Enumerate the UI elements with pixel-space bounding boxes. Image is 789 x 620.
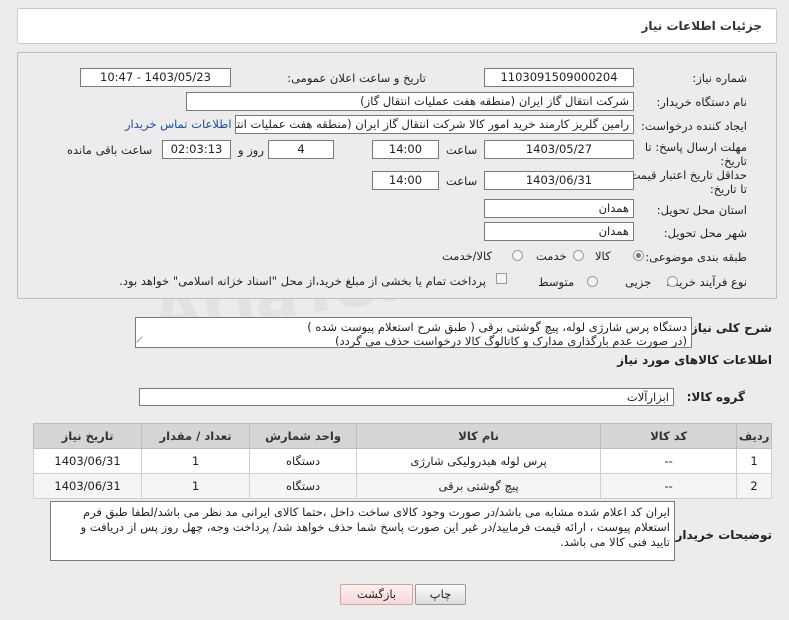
remaining-label: ساعت باقی مانده bbox=[67, 143, 153, 157]
purchase-radio-medium[interactable] bbox=[587, 276, 598, 287]
purchase-radio-minor[interactable] bbox=[667, 276, 678, 287]
buyer-notes-line-3: تایید فنی کالا می باشد. bbox=[560, 535, 670, 549]
price-validity-date-field[interactable]: 1403/06/31 bbox=[484, 171, 634, 190]
category-option-goods-service: کالا/خدمت bbox=[442, 249, 493, 263]
buyer-notes-label: توضیحات خریدار: bbox=[670, 528, 772, 542]
details-header-panel: جزئیات اطلاعات نیاز bbox=[17, 8, 777, 44]
category-option-service: خدمت bbox=[536, 249, 567, 263]
goods-table: ردیف کد کالا نام کالا واحد شمارش تعداد /… bbox=[32, 423, 772, 499]
col-header-qty: تعداد / مقدار bbox=[141, 423, 251, 449]
deadline-label: مهلت ارسال پاسخ: تا تاریخ: bbox=[644, 140, 747, 168]
category-option-goods: کالا bbox=[595, 249, 611, 263]
description-textarea[interactable]: دستگاه پرس شارژی لوله، پیچ گوشتی برقی ( … bbox=[135, 317, 692, 348]
table-header-row: ردیف کد کالا نام کالا واحد شمارش تعداد /… bbox=[32, 423, 772, 449]
requester-field[interactable]: رامین گلریز کارمند خرید امور کالا شرکت ا… bbox=[235, 115, 634, 134]
deadline-date-field[interactable]: 1403/05/27 bbox=[484, 140, 634, 159]
cell-qty: 1 bbox=[141, 473, 251, 499]
province-field[interactable]: همدان bbox=[484, 199, 634, 218]
deadline-time-label: ساعت bbox=[446, 143, 478, 157]
col-header-date: تاریخ نیاز bbox=[32, 423, 143, 449]
cell-date: 1403/06/31 bbox=[32, 448, 143, 474]
table-row[interactable]: 1 -- پرس لوله هیدرولیکی شارژی دستگاه 1 1… bbox=[32, 448, 772, 474]
category-radio-service[interactable] bbox=[573, 250, 584, 261]
cell-date: 1403/06/31 bbox=[32, 473, 143, 499]
cell-index: 2 bbox=[736, 473, 772, 499]
buyer-notes-line-2: استعلام پیوست ، ارائه قیمت فرمایید/در غی… bbox=[80, 520, 670, 534]
description-line-2: (در صورت عدم بارگذاری مدارک و کاتالوگ کا… bbox=[335, 334, 687, 348]
deadline-days-label: روز و bbox=[238, 143, 264, 157]
category-radio-goods[interactable] bbox=[633, 250, 644, 261]
purchase-option-medium: متوسط bbox=[538, 275, 575, 289]
buyer-notes-textarea[interactable]: ایران کد اعلام شده مشابه می باشد/در صورت… bbox=[50, 501, 675, 561]
col-header-index: ردیف bbox=[736, 423, 772, 449]
purchase-option-minor: جزیی bbox=[625, 275, 652, 289]
deadline-time-field[interactable]: 14:00 bbox=[372, 140, 439, 159]
print-button[interactable]: چاپ bbox=[415, 584, 466, 605]
table-row[interactable]: 2 -- پیچ گوشتی برقی دستگاه 1 1403/06/31 bbox=[32, 473, 772, 499]
city-field[interactable]: همدان bbox=[484, 222, 634, 241]
description-label: شرح کلی نیاز: bbox=[686, 321, 772, 335]
requester-label: ایجاد کننده درخواست: bbox=[641, 119, 747, 133]
cell-qty: 1 bbox=[141, 448, 251, 474]
treasury-payment-checkbox[interactable] bbox=[496, 273, 507, 284]
buyer-org-label: نام دستگاه خریدار: bbox=[656, 95, 747, 109]
buyer-contact-link[interactable]: اطلاعات تماس خریدار bbox=[125, 117, 232, 131]
treasury-payment-note: پرداخت تمام یا بخشی از مبلغ خرید،از محل … bbox=[119, 274, 486, 288]
announce-datetime-label: تاریخ و ساعت اعلان عمومی: bbox=[287, 71, 426, 85]
city-label: شهر محل تحویل: bbox=[663, 226, 747, 240]
back-button[interactable]: بازگشت bbox=[340, 584, 413, 605]
category-label: طبقه بندی موضوعی: bbox=[645, 250, 747, 264]
description-line-1: دستگاه پرس شارژی لوله، پیچ گوشتی برقی ( … bbox=[307, 320, 687, 334]
cell-unit: دستگاه bbox=[249, 473, 358, 499]
buyer-org-field[interactable]: شرکت انتقال گاز ایران (منطقه هفت عملیات … bbox=[186, 92, 634, 111]
buyer-notes-line-1: ایران کد اعلام شده مشابه می باشد/در صورت… bbox=[82, 505, 670, 519]
price-validity-label: حداقل تاریخ اعتبار قیمت: تا تاریخ: bbox=[625, 168, 747, 196]
cell-code: -- bbox=[600, 473, 738, 499]
cell-name: پرس لوله هیدرولیکی شارژی bbox=[356, 448, 602, 474]
deadline-days-field[interactable]: 4 bbox=[268, 140, 334, 159]
province-label: استان محل تحویل: bbox=[656, 203, 747, 217]
announce-datetime-field[interactable]: 1403/05/23 - 10:47 bbox=[80, 68, 231, 87]
remaining-time-field[interactable]: 02:03:13 bbox=[162, 140, 231, 159]
goods-info-title: اطلاعات کالاهای مورد نیاز bbox=[617, 353, 772, 367]
cell-code: -- bbox=[600, 448, 738, 474]
cell-index: 1 bbox=[736, 448, 772, 474]
col-header-code: کد کالا bbox=[600, 423, 738, 449]
need-number-field[interactable]: 1103091509000204 bbox=[484, 68, 634, 87]
page-title: جزئیات اطلاعات نیاز bbox=[641, 19, 762, 33]
price-validity-time-label: ساعت bbox=[446, 174, 478, 188]
goods-group-label: گروه کالا: bbox=[686, 390, 745, 404]
cell-name: پیچ گوشتی برقی bbox=[356, 473, 602, 499]
need-number-label: شماره نیاز: bbox=[692, 71, 747, 85]
col-header-unit: واحد شمارش bbox=[249, 423, 358, 449]
cell-unit: دستگاه bbox=[249, 448, 358, 474]
col-header-name: نام کالا bbox=[356, 423, 602, 449]
category-radio-goods-service[interactable] bbox=[512, 250, 523, 261]
price-validity-time-field[interactable]: 14:00 bbox=[372, 171, 439, 190]
goods-group-field[interactable]: ابزارآلات bbox=[139, 388, 674, 406]
